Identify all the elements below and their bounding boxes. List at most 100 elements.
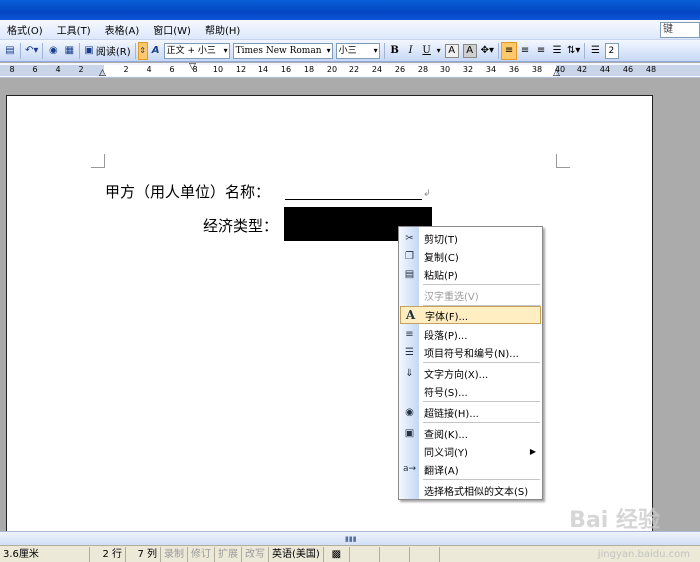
empty-icon-slot [400,382,419,400]
ctx-paste[interactable]: ▤ 粘贴(P) [400,265,541,283]
ruler-tick: 28 [417,65,429,74]
toolbar-separator [79,42,81,59]
font-select[interactable]: Times New Roman ▾ [232,42,333,59]
book-icon: ▣ [84,45,94,56]
ctx-cut[interactable]: ✂ 剪切(T) [400,229,541,247]
status-line: 2 行 [90,546,126,562]
ruler-tick: 48 [645,65,657,74]
ctx-reconvert: 汉字重选(V) [400,286,541,304]
status-empty-cell [350,546,380,562]
table-grid-icon[interactable]: ▦ [61,42,77,60]
justify-icon[interactable]: ☰ [549,42,565,60]
crop-mark-top-left [91,154,105,168]
ctx-paragraph[interactable]: ≡ 段落(P)... [400,325,541,343]
menu-separator [423,422,540,423]
char-shading-button[interactable]: A [461,42,479,60]
font-icon: A [405,308,416,322]
style-select[interactable]: 正文 + 小三 ▾ [163,42,230,59]
spelling-status-icon[interactable]: ▩ [324,546,350,562]
empty-icon-slot [400,481,419,499]
ctx-paste-label: 粘贴(P) [424,270,458,282]
read-mode-button[interactable]: ▣ 阅读(R) [82,42,132,60]
align-left-icon[interactable]: ≡ [501,41,518,60]
ruler-tick: 34 [485,65,497,74]
hyperlink-icon: ◉ [405,406,414,418]
underline-button[interactable]: U [419,42,435,60]
ruler-tick: 4 [55,65,61,74]
ctx-hyperlink[interactable]: ◉ 超链接(H)... [400,403,541,421]
economic-type-label[interactable]: 经济类型： [203,215,278,236]
paste-icon[interactable]: ▤ [2,42,18,60]
ruler-tick: 38 [531,65,543,74]
bullets-icon: ☰ [405,346,414,358]
translate-icon: a→ [402,464,417,474]
line-spacing-icon[interactable]: ⇅▾ [565,42,582,60]
ctx-copy[interactable]: ❐ 复制(C) [400,247,541,265]
ctx-translate[interactable]: a→ 翻译(A) [400,460,541,478]
ask-question-box[interactable]: 键 [660,21,700,38]
ruler-tick: 16 [280,65,292,74]
menu-separator [423,479,540,480]
ctx-reconvert-label: 汉字重选(V) [424,291,479,303]
toolbar-chevron-button[interactable]: ⇕ [137,41,148,60]
ruler-tick: 22 [348,65,360,74]
menu-tools[interactable]: 工具(T) [50,22,98,37]
underline-dropdown[interactable]: ▾ [435,42,443,60]
ctx-lookup[interactable]: ▣ 查阅(K)... [400,424,541,442]
ctx-text-direction[interactable]: ⇓ 文字方向(X)... [400,364,541,382]
ctx-select-similar[interactable]: 选择格式相似的文本(S) [400,481,541,499]
horizontal-ruler[interactable]: 8 6 4 2 2 4 6 8 10 12 14 16 18 20 22 24 … [0,62,700,78]
ctx-font[interactable]: A 字体(F)... [400,306,541,324]
ruler-tick: 6 [32,65,38,74]
ruler-tick: 4 [146,65,152,74]
ctx-symbol[interactable]: 符号(S)... [400,382,541,400]
bold-button[interactable]: B [387,42,403,60]
toolbar-right-box[interactable]: 2 [605,42,620,59]
italic-button[interactable]: I [403,42,419,60]
ctx-bullets[interactable]: ☰ 项目符号和编号(N)... [400,343,541,361]
char-scale-icon[interactable]: ✥▾ [479,42,496,60]
ruler-tick: 36 [508,65,520,74]
watermark-logo: Bai 经验 [569,508,660,533]
menu-window[interactable]: 窗口(W) [146,22,198,37]
scroll-grip-icon: ▮▮▮ [345,535,357,543]
right-indent-marker[interactable]: △ [553,68,560,78]
ctx-translate-label: 翻译(A) [424,465,459,477]
menu-format[interactable]: 格式(O) [0,22,50,37]
menu-table[interactable]: 表格(A) [98,22,147,37]
paste-icon: ▤ [404,268,415,280]
text-direction-icon: ⇓ [405,367,414,379]
numbering-icon[interactable]: ☰ [587,42,603,60]
status-record[interactable]: 录制 [161,546,188,562]
left-indent-marker[interactable]: △ [99,68,106,78]
status-overtype[interactable]: 改写 [242,546,269,562]
undo-icon[interactable]: ↶▾ [23,42,40,60]
menu-bar: 格式(O) 工具(T) 表格(A) 窗口(W) 帮助(H) 键 [0,20,700,40]
status-extend[interactable]: 扩展 [215,546,242,562]
ctx-paragraph-label: 段落(P)... [424,330,468,342]
globe-icon[interactable]: ◉ [45,42,61,60]
menu-separator [423,284,540,285]
char-border-button[interactable]: A [443,42,461,60]
ruler-tick: 8 [9,65,15,74]
document-area[interactable]: 甲方（用人单位）名称： ↲ 经济类型： [0,79,700,555]
status-language[interactable]: 英语(美国) [269,546,324,562]
align-right-icon[interactable]: ≡ [533,42,549,60]
party-a-name-blank[interactable] [285,199,422,200]
align-center-icon[interactable]: ≡ [517,42,533,60]
party-a-name-label[interactable]: 甲方（用人单位）名称： [105,181,270,202]
char-shading-icon: A [462,43,477,58]
font-size-select[interactable]: 小三 ▾ [335,42,380,59]
status-track-changes[interactable]: 修订 [188,546,215,562]
menu-help[interactable]: 帮助(H) [198,22,247,37]
document-page[interactable]: 甲方（用人单位）名称： ↲ 经济类型： [6,95,653,555]
first-line-indent-marker[interactable]: ▽ [189,62,196,72]
ruler-tick: 24 [371,65,383,74]
ruler-tick: 2 [78,65,84,74]
ctx-synonyms[interactable]: 同义词(Y) ▶ [400,442,541,460]
context-menu: ✂ 剪切(T) ❐ 复制(C) ▤ 粘贴(P) 汉字重选(V) A 字体(F).… [398,226,543,500]
ruler-tick: 12 [235,65,247,74]
ctx-font-label: 字体(F)... [425,311,469,323]
ruler-tick: 6 [169,65,175,74]
styles-pane-icon[interactable]: A [148,42,164,60]
